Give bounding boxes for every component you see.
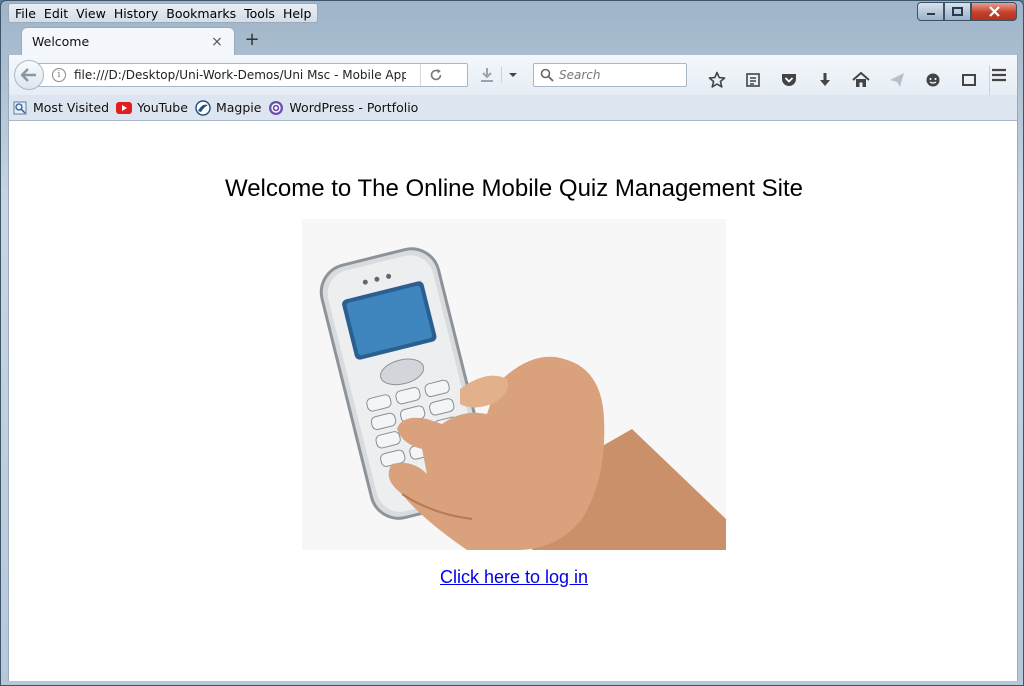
back-button[interactable] (14, 60, 44, 90)
magpie-icon (195, 99, 211, 116)
bookmark-star-icon[interactable] (699, 70, 735, 90)
menu-tools[interactable]: Tools (240, 4, 279, 22)
bookmark-magpie[interactable]: Magpie (195, 99, 262, 116)
close-window-button[interactable] (971, 2, 1017, 21)
bookmark-wordpress-portfolio[interactable]: WordPress - Portfolio (268, 100, 418, 116)
search-icon (540, 68, 554, 82)
menu-bookmarks[interactable]: Bookmarks (162, 4, 240, 22)
share-icon[interactable] (879, 70, 915, 90)
pocket-icon[interactable] (771, 70, 807, 90)
menu-edit[interactable]: Edit (40, 4, 72, 22)
bookmark-label: Most Visited (33, 100, 110, 115)
youtube-icon (116, 100, 133, 116)
menu-file[interactable]: File (11, 4, 40, 22)
menu-bar: File Edit View History Bookmarks Tools H… (8, 3, 319, 23)
maximize-icon (952, 7, 963, 16)
bookmark-label: Magpie (215, 100, 262, 115)
login-link[interactable]: Click here to log in (440, 567, 588, 587)
back-arrow-icon (21, 68, 36, 82)
hamburger-menu-icon[interactable] (985, 65, 1013, 85)
close-icon (988, 6, 1000, 17)
most-visited-icon (12, 100, 28, 116)
maximize-button[interactable] (944, 2, 971, 21)
minimize-icon (926, 12, 935, 15)
address-bar[interactable]: i file:///D:/Desktop/Uni-Work-Demos/Uni … (35, 63, 468, 87)
browser-window: File Edit View History Bookmarks Tools H… (0, 0, 1024, 686)
tab-title: Welcome (32, 34, 90, 49)
window-icon[interactable] (951, 70, 987, 90)
reading-list-icon[interactable] (735, 70, 771, 90)
downloads-icon[interactable] (807, 70, 843, 90)
url-text[interactable]: file:///D:/Desktop/Uni-Work-Demos/Uni Ms… (74, 68, 406, 82)
search-placeholder: Search (559, 68, 601, 82)
navigation-toolbar: i file:///D:/Desktop/Uni-Work-Demos/Uni … (8, 55, 1018, 95)
bookmark-youtube[interactable]: YouTube (116, 100, 188, 116)
tab-welcome[interactable]: Welcome × (21, 27, 235, 55)
hello-chat-icon[interactable] (915, 70, 951, 90)
dropdown-arrow-icon[interactable] (508, 71, 518, 79)
site-info-icon[interactable]: i (52, 68, 66, 82)
page-heading: Welcome to The Online Mobile Quiz Manage… (224, 175, 804, 202)
bookmark-most-visited[interactable]: Most Visited (12, 100, 109, 116)
page-content: Welcome to The Online Mobile Quiz Manage… (8, 121, 1018, 681)
window-controls (917, 2, 1017, 21)
search-input[interactable]: Search (533, 63, 687, 87)
wordpress-icon (268, 100, 284, 116)
menu-history[interactable]: History (110, 4, 162, 22)
minimize-button[interactable] (917, 2, 944, 21)
tab-close-icon[interactable]: × (210, 34, 224, 50)
download-history-group (479, 67, 518, 83)
toolbar-icons (699, 65, 992, 95)
reload-icon[interactable] (421, 68, 451, 82)
bookmark-label: WordPress - Portfolio (289, 100, 419, 115)
menu-help[interactable]: Help (279, 4, 316, 22)
new-tab-button[interactable]: + (243, 31, 261, 49)
menu-view[interactable]: View (72, 4, 110, 22)
bookmark-label: YouTube (137, 100, 188, 115)
bookmarks-toolbar: Most Visited YouTube Magpie WordPress - … (8, 95, 1018, 121)
home-icon[interactable] (843, 70, 879, 90)
login-link-container: Click here to log in (9, 567, 1019, 588)
download-icon[interactable] (479, 67, 495, 83)
hand-holding-phone-image (302, 219, 726, 550)
